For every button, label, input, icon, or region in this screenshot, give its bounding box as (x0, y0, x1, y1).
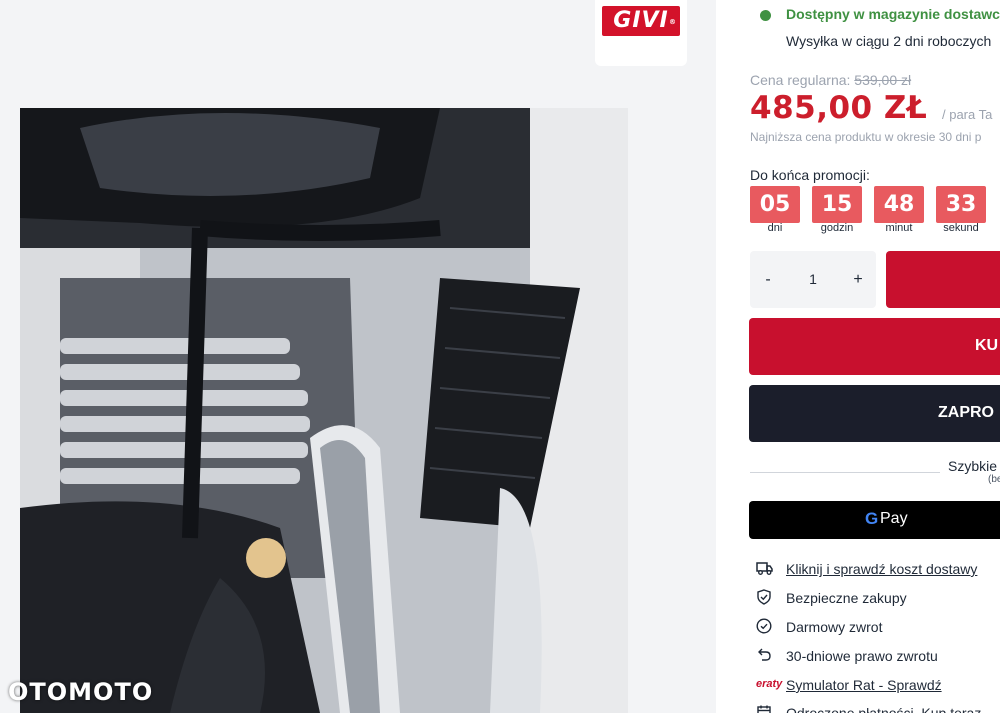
quantity-stepper: - + (750, 251, 876, 308)
timer-days-label: dni (767, 222, 783, 234)
product-image[interactable] (20, 108, 628, 713)
benefit-deferred-payment[interactable]: Odroczone płatności. Kup teraz (756, 702, 996, 713)
regular-price-label: Cena regularna: (750, 72, 851, 88)
check-circle-icon (756, 618, 772, 634)
promo-label: Do końca promocji: (750, 167, 870, 183)
google-g-icon: G (865, 509, 879, 528)
price-unit: / para Ta (942, 107, 992, 122)
add-to-cart-button[interactable] (886, 251, 1000, 308)
timer-minutes: 48 (874, 186, 924, 223)
quick-pay-sublabel: (be (988, 474, 1000, 485)
price-unit-extra: Ta (978, 107, 993, 122)
lowest-price-note: Najniższa cena produktu w okresie 30 dni… (750, 130, 982, 144)
stock-status: Dostępny w magazynie dostawcy (786, 6, 1000, 22)
timer-seconds-label: sekund (943, 222, 979, 234)
shield-check-icon (757, 589, 771, 605)
current-price: 485,00 ZŁ (750, 90, 928, 126)
product-gallery: GIVI ® OTOMOTO (0, 0, 716, 713)
google-pay-label: Pay (880, 510, 908, 527)
benefit-return-right-label: 30-dniowe prawo zwrotu (786, 648, 938, 664)
regular-price: Cena regularna: 539,00 zł (750, 72, 911, 88)
regular-price-value: 539,00 zł (854, 72, 912, 88)
timer-hours: 15 (812, 186, 862, 223)
shipping-time: Wysyłka w ciągu 2 dni roboczych (786, 33, 992, 49)
product-photo (20, 108, 628, 713)
benefit-installments-label[interactable]: Symulator Rat - Sprawdź (786, 677, 942, 693)
benefit-safe-shopping: Bezpieczne zakupy (756, 587, 956, 611)
ask-question-button[interactable]: ZAPRO (749, 385, 1000, 442)
benefit-free-return-label: Darmowy zwrot (786, 619, 883, 635)
brand-logo-text: GIVI (613, 8, 669, 33)
brand-logo-mark: ® (669, 18, 677, 26)
timer-days: 05 (750, 186, 800, 223)
brand-card[interactable]: GIVI ® (595, 0, 687, 66)
benefit-shipping-cost-label[interactable]: Kliknij i sprawdź koszt dostawy (786, 561, 977, 577)
timer-minutes-label: minut (885, 222, 913, 234)
benefit-safe-shopping-label: Bezpieczne zakupy (786, 590, 907, 606)
timer-seconds: 33 (936, 186, 986, 223)
quantity-increase-button[interactable]: + (840, 251, 876, 308)
google-pay-button[interactable]: G Pay (749, 501, 1000, 539)
quick-pay-divider (750, 472, 940, 473)
buy-now-button[interactable]: KU (749, 318, 1000, 375)
ask-question-label: ZAPRO (938, 404, 994, 421)
calendar-icon (757, 705, 771, 713)
benefit-deferred-payment-label[interactable]: Odroczone płatności. Kup teraz (786, 705, 981, 713)
timer-hours-label: godzin (820, 222, 854, 234)
truck-icon (756, 562, 773, 575)
stock-status-dot (760, 10, 771, 21)
benefit-installments[interactable]: eraty Symulator Rat - Sprawdź (756, 674, 996, 698)
benefit-shipping-cost[interactable]: Kliknij i sprawdź koszt dostawy (756, 558, 996, 582)
quantity-decrease-button[interactable]: - (750, 251, 786, 308)
brand-logo: GIVI ® (602, 6, 680, 36)
quantity-input[interactable] (790, 265, 836, 293)
quick-pay-label: Szybkie (948, 458, 998, 474)
benefit-free-return: Darmowy zwrot (756, 616, 956, 640)
otomoto-watermark: OTOMOTO (8, 678, 154, 706)
return-arrow-icon (758, 648, 771, 661)
purchase-panel: Dostępny w magazynie dostawcy Wysyłka w … (716, 0, 1000, 713)
eraty-logo: eraty (756, 678, 783, 690)
benefit-return-right: 30-dniowe prawo zwrotu (756, 645, 976, 669)
price-unit-text: / para (942, 107, 976, 122)
buy-now-label: KU (975, 337, 999, 354)
